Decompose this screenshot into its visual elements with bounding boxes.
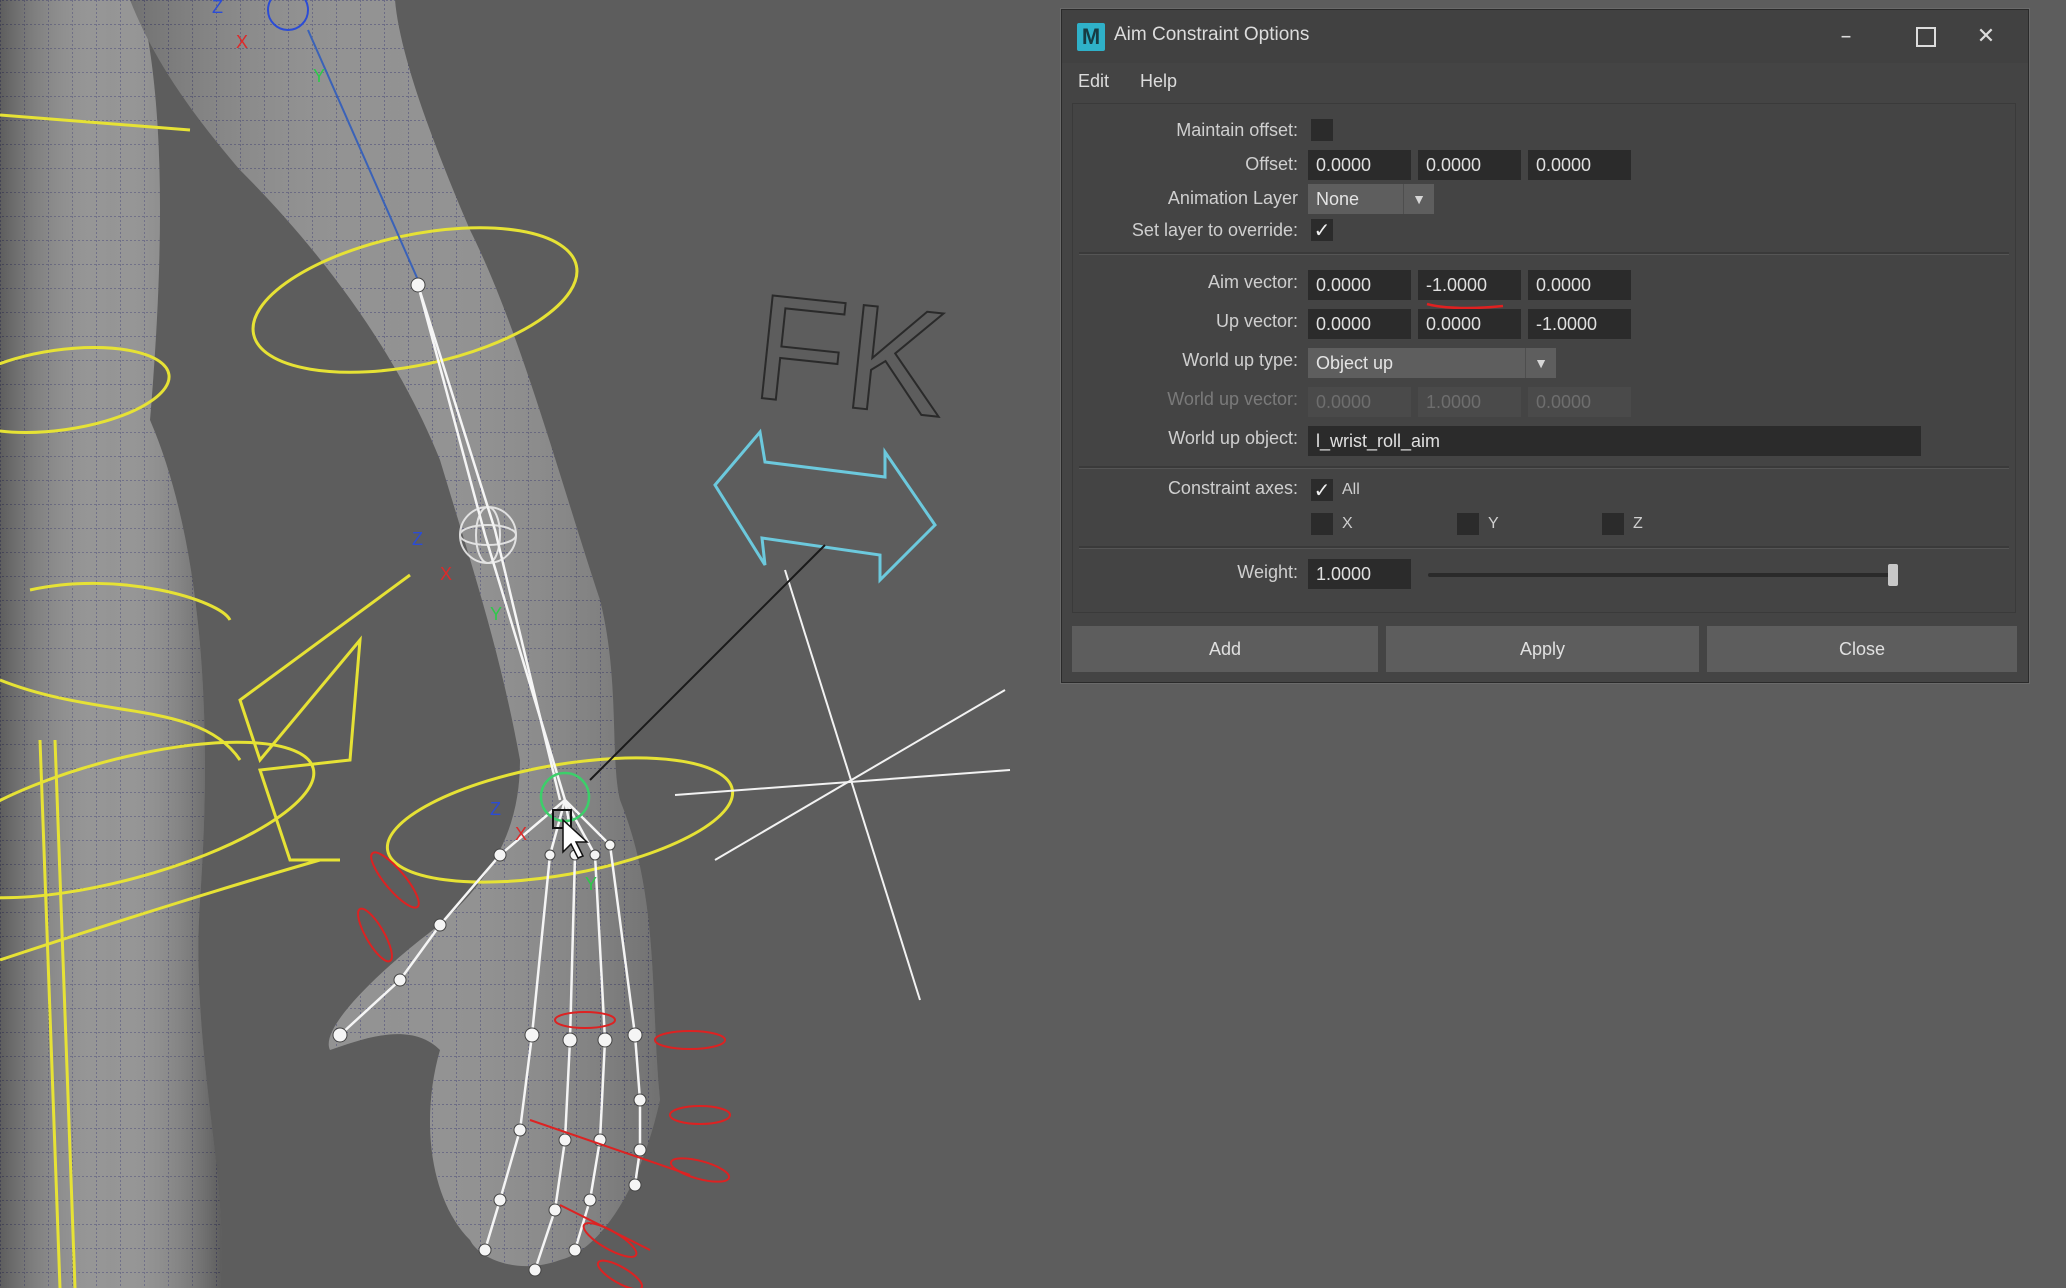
world-up-object-field[interactable]: l_wrist_roll_aim [1308,426,1921,456]
separator [1079,252,2009,255]
chevron-down-icon: ▼ [1403,184,1434,214]
axis-z-label: Z [490,799,501,819]
weight-slider-handle[interactable] [1888,564,1898,586]
maximize-icon [1916,27,1936,47]
aim-vector-y-field[interactable]: -1.0000 [1418,270,1521,300]
animation-layer-dropdown[interactable]: None ▼ [1308,184,1434,214]
axis-y-label: Y [585,874,597,894]
world-up-type-label: World up type: [1182,350,1298,370]
menu-edit[interactable]: Edit [1078,71,1109,92]
fk-label: FK [746,262,954,449]
maintain-offset-label: Maintain offset: [1176,120,1298,140]
axis-x-label: X [236,32,248,52]
world-up-vector-x-field: 0.0000 [1308,387,1411,417]
axis-x-label: X [440,564,452,584]
animation-layer-value: None [1316,189,1360,209]
aim-vector-x-field[interactable]: 0.0000 [1308,270,1411,300]
weight-label: Weight: [1237,562,1298,582]
axis-y-label: Y [490,604,502,624]
constraint-axes-x-label: X [1342,515,1353,532]
aim-vector-z-field[interactable]: 0.0000 [1528,270,1631,300]
constraint-axes-all-checkbox[interactable]: ✓ [1311,479,1333,501]
axis-y-label: Y [313,66,325,86]
maintain-offset-checkbox[interactable] [1311,119,1333,141]
up-vector-label: Up vector: [1215,311,1298,331]
constraint-axes-z-checkbox[interactable] [1602,513,1624,535]
up-vector-z-field[interactable]: -1.0000 [1528,309,1631,339]
animation-layer-label: Animation Layer [1167,188,1298,208]
constraint-axes-y-label: Y [1488,515,1499,532]
separator [1079,466,2009,469]
menu-help[interactable]: Help [1140,71,1177,92]
checkmark-icon: ✓ [1313,478,1331,502]
constraint-axes-z-label: Z [1633,515,1643,532]
window-title: Aim Constraint Options [1114,24,1310,45]
offset-y-field[interactable]: 0.0000 [1418,150,1521,180]
world-up-vector-y-field: 1.0000 [1418,387,1521,417]
aim-vector-label: Aim vector: [1207,272,1298,292]
options-panel: Maintain offset: Offset: 0.0000 0.0000 0… [1072,103,2016,613]
fk-ik-switch-arrow [713,428,937,584]
world-up-vector-z-field: 0.0000 [1528,387,1631,417]
offset-x-field[interactable]: 0.0000 [1308,150,1411,180]
axis-x-label: X [515,824,527,844]
menu-bar: Edit Help [1062,63,2028,103]
world-up-type-value: Object up [1316,353,1394,373]
up-vector-x-field[interactable]: 0.0000 [1308,309,1411,339]
title-bar[interactable]: M Aim Constraint Options – ✕ [1062,10,2028,63]
weight-slider-track[interactable] [1428,573,1898,577]
world-up-object-label: World up object: [1168,428,1298,448]
separator [1079,546,2009,549]
minimize-button[interactable]: – [1806,10,1886,63]
chevron-down-icon: ▼ [1525,348,1556,378]
world-up-vector-label: World up vector: [1167,389,1298,409]
up-vector-y-field[interactable]: 0.0000 [1418,309,1521,339]
add-button[interactable]: Add [1072,626,1378,672]
constraint-axes-all-label: All [1342,481,1360,498]
axis-z-label: Z [212,0,223,17]
close-button[interactable]: Close [1707,626,2017,672]
constraint-axes-y-checkbox[interactable] [1457,513,1479,535]
offset-z-field[interactable]: 0.0000 [1528,150,1631,180]
axis-z-label: Z [412,529,423,549]
minimize-icon: – [1840,24,1852,49]
constraint-axes-x-checkbox[interactable] [1311,513,1333,535]
set-layer-override-checkbox[interactable]: ✓ [1311,219,1333,241]
red-underline-annotation [1426,302,1504,309]
world-up-type-dropdown[interactable]: Object up ▼ [1308,348,1556,378]
maya-app-icon: M [1077,23,1105,51]
aim-constraint-options-dialog: M Aim Constraint Options – ✕ Edit Help M… [1061,9,2029,683]
locator-cross [674,569,1011,1001]
close-window-button[interactable]: ✕ [1946,10,2026,63]
checkmark-icon: ✓ [1313,218,1331,242]
offset-label: Offset: [1245,154,1298,174]
weight-field[interactable]: 1.0000 [1308,559,1411,589]
close-icon: ✕ [1976,24,1996,49]
set-layer-override-label: Set layer to override: [1131,220,1298,240]
apply-button[interactable]: Apply [1386,626,1699,672]
constraint-axes-label: Constraint axes: [1167,478,1298,498]
